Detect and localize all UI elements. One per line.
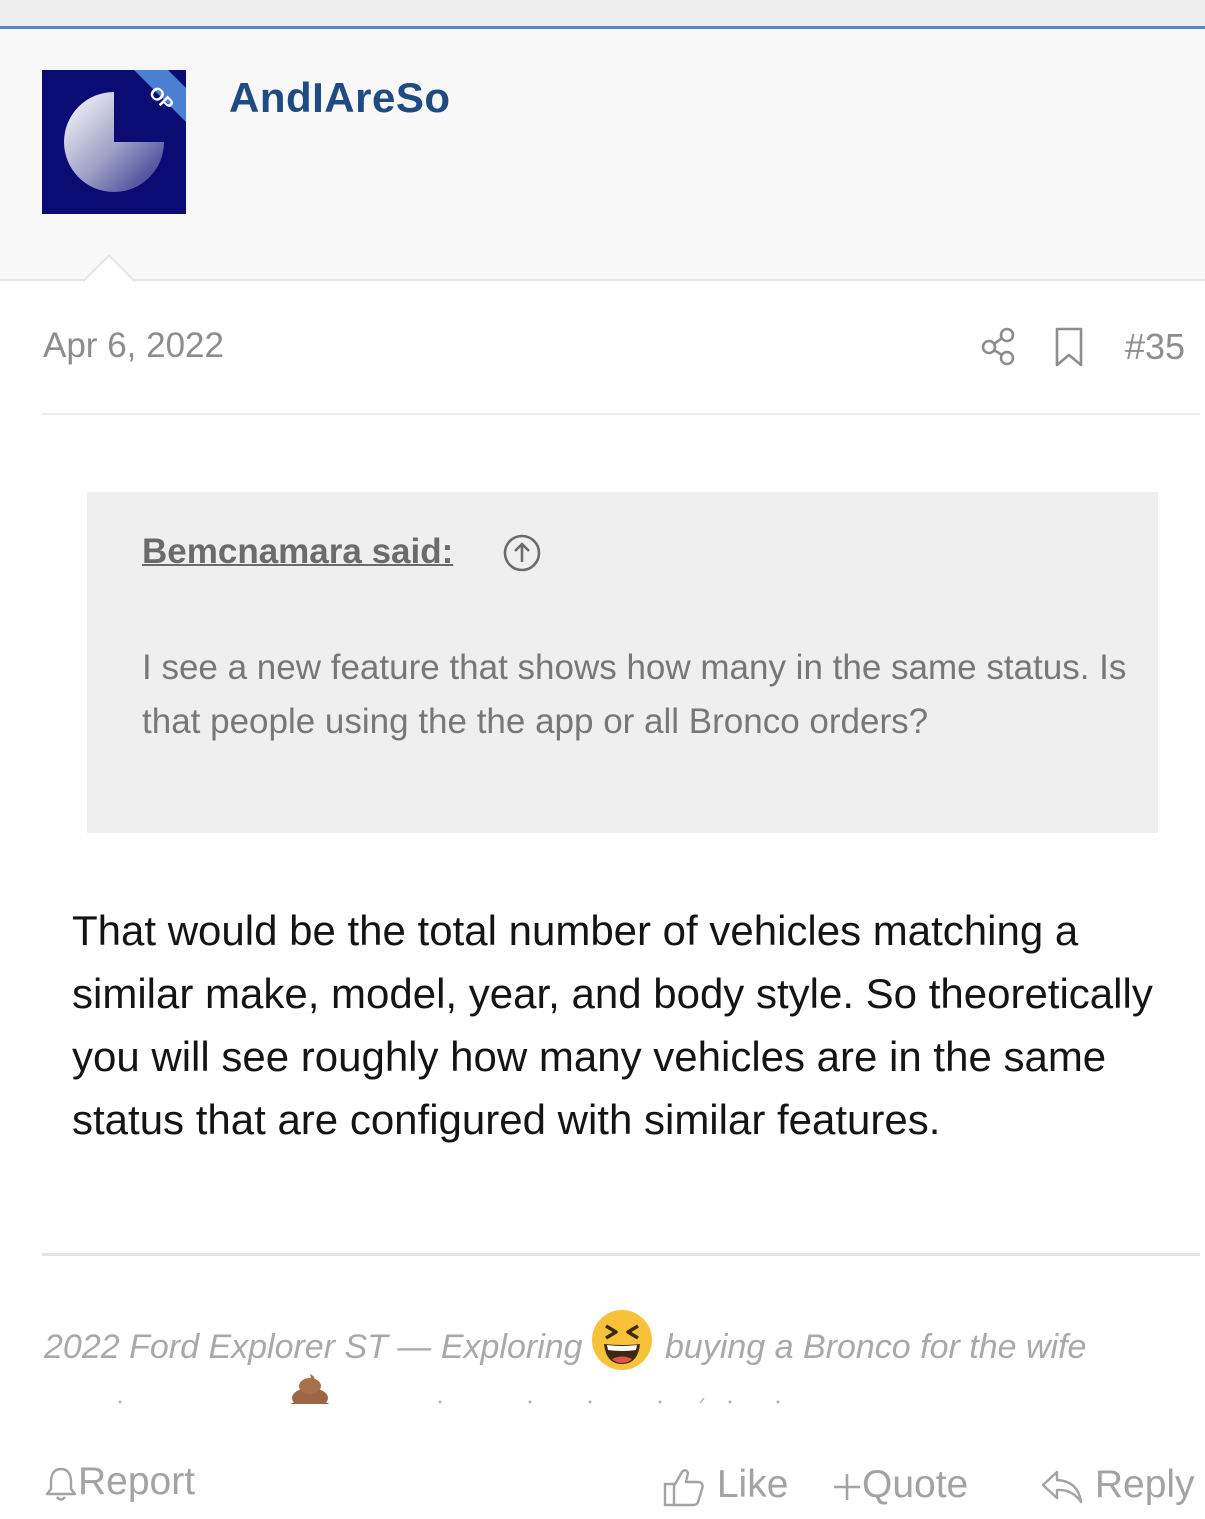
quote-label: Quote <box>862 1463 969 1506</box>
reply-icon <box>1041 1470 1083 1503</box>
report-label: Report <box>78 1460 196 1503</box>
bell-icon <box>45 1467 77 1501</box>
signature-overflow <box>118 1398 780 1404</box>
quote-button[interactable]: Quote <box>832 1463 968 1507</box>
like-button[interactable]: Like <box>662 1463 788 1508</box>
divider <box>42 413 1200 415</box>
arrow-up-circle-icon[interactable] <box>502 533 542 573</box>
plus-icon <box>834 1473 860 1500</box>
reply-button[interactable]: Reply <box>1040 1463 1195 1507</box>
avatar[interactable]: OP <box>42 70 186 214</box>
thumbs-up-icon <box>663 1468 704 1506</box>
signature-text: buying a Bronco for the wife <box>665 1328 1087 1366</box>
bookmark-icon[interactable] <box>1052 326 1086 368</box>
post-date[interactable]: Apr 6, 2022 <box>43 326 224 366</box>
divider <box>42 1253 1200 1256</box>
like-label: Like <box>716 1463 789 1506</box>
post-body: That would be the total number of vehicl… <box>72 907 1153 1143</box>
quote-author-link[interactable]: Bemcnamara said: <box>142 532 453 572</box>
post-number-link[interactable]: #35 <box>1125 326 1185 368</box>
reply-label: Reply <box>1094 1463 1195 1506</box>
signature: 2022 Ford Explorer ST — Exploring buying… <box>0 1300 1205 1404</box>
avatar-image: OP <box>42 70 186 214</box>
signature-text: 2022 Ford Explorer ST — Exploring <box>44 1328 583 1366</box>
report-button[interactable]: Report <box>44 1460 195 1504</box>
quote-text: I see a new feature that shows how many … <box>142 648 1127 741</box>
username-link[interactable]: AndIAreSo <box>229 74 451 122</box>
laughing-emoji <box>592 1310 652 1370</box>
top-bar <box>0 0 1205 26</box>
share-icon[interactable] <box>980 326 1018 366</box>
